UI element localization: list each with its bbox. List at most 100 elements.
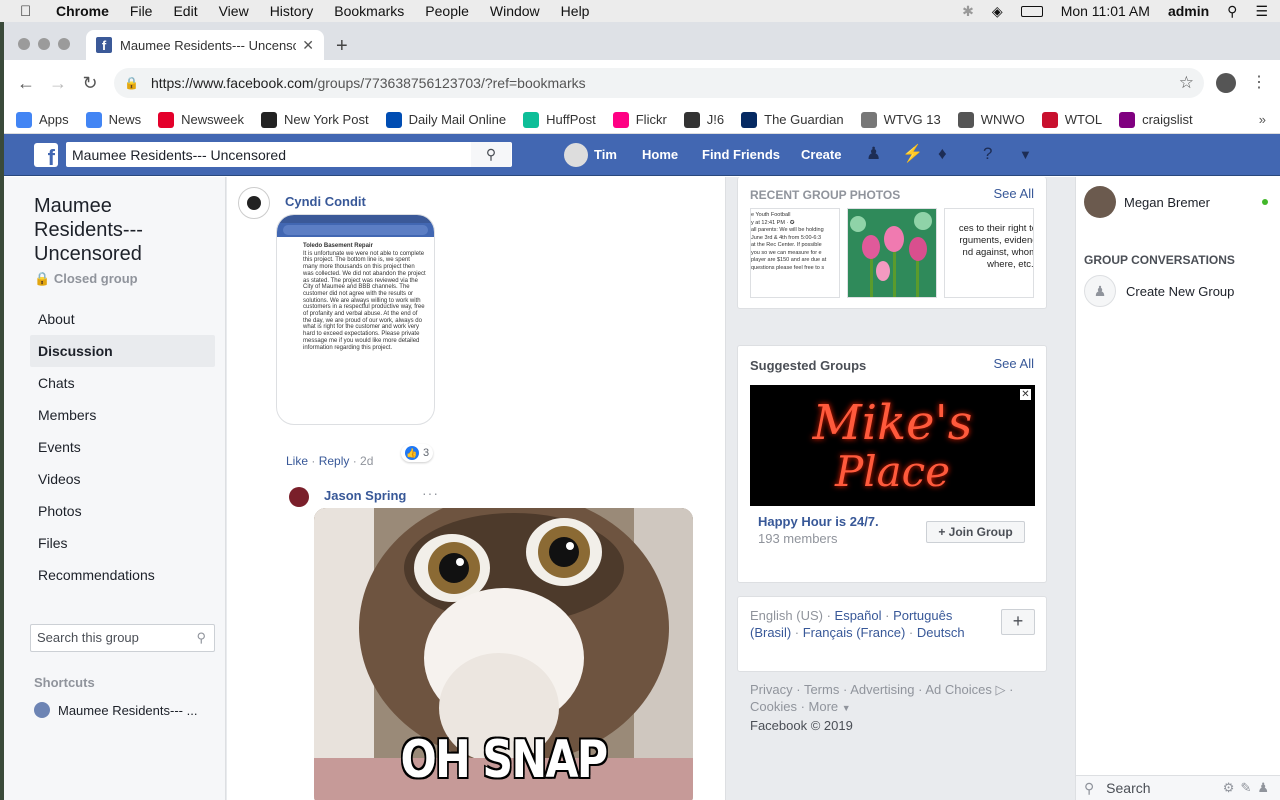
- photo-thumbnail-tulips[interactable]: [847, 208, 937, 298]
- add-language-button[interactable]: +: [1001, 609, 1035, 635]
- user-menu[interactable]: admin: [1168, 3, 1209, 19]
- new-tab-button[interactable]: +: [336, 36, 348, 56]
- messenger-icon[interactable]: ⚡: [902, 144, 923, 164]
- comment-time[interactable]: 2d: [360, 454, 373, 468]
- join-group-button[interactable]: + Join Group: [926, 521, 1025, 543]
- group-nav-about[interactable]: About: [30, 303, 215, 335]
- group-search-input[interactable]: Search this group ⚲: [30, 624, 215, 652]
- user-avatar[interactable]: [564, 143, 588, 167]
- language-german[interactable]: Deutsch: [917, 625, 965, 640]
- window-close-button[interactable]: [18, 38, 30, 50]
- group-nav-events[interactable]: Events: [30, 431, 215, 463]
- nav-create-link[interactable]: Create: [801, 147, 841, 162]
- nav-find-friends-link[interactable]: Find Friends: [702, 147, 780, 162]
- bookmark-j-6[interactable]: J!6: [683, 111, 724, 128]
- bookmarks-overflow-icon[interactable]: »: [1259, 112, 1266, 127]
- group-nav-videos[interactable]: Videos: [30, 463, 215, 495]
- footer-privacy-link[interactable]: Privacy: [750, 682, 793, 697]
- comment-screenshot-image[interactable]: Toledo Basement Repair It is unfortunate…: [276, 214, 435, 425]
- group-nav-discussion[interactable]: Discussion: [30, 335, 215, 367]
- menu-window[interactable]: Window: [490, 3, 540, 19]
- bookmark-craigslist[interactable]: craigslist: [1119, 111, 1193, 128]
- window-minimize-button[interactable]: [38, 38, 50, 50]
- search-icon[interactable]: ⚲: [196, 625, 206, 651]
- language-french[interactable]: Français (France): [803, 625, 906, 640]
- close-icon[interactable]: ✕: [1020, 389, 1031, 400]
- search-icon[interactable]: ⚲: [471, 142, 511, 167]
- bookmark-huffpost[interactable]: HuffPost: [523, 111, 596, 128]
- reaction-count-badge[interactable]: 👍 3: [401, 444, 434, 462]
- chat-options-icons[interactable]: ⚙✎♟: [1223, 776, 1275, 800]
- friend-requests-icon[interactable]: ♟: [866, 144, 881, 164]
- menu-file[interactable]: File: [130, 3, 153, 19]
- oh-snap-gif[interactable]: OH SNAP: [314, 508, 693, 800]
- commenter-avatar[interactable]: [238, 187, 270, 219]
- group-nav-recommendations[interactable]: Recommendations: [30, 559, 215, 591]
- suggested-group-cover[interactable]: Mike's Place ✕: [750, 385, 1035, 506]
- bookmark-wtvg-13[interactable]: WTVG 13: [860, 111, 941, 128]
- address-bar[interactable]: 🔒 https://www.facebook.com/groups/773638…: [114, 68, 1204, 98]
- photo-thumbnail-text[interactable]: ces to their right to rguments, evidenc nd…: [944, 208, 1034, 298]
- bookmark-the-guardian[interactable]: The Guardian: [741, 111, 844, 128]
- back-arrow-icon[interactable]: ←: [10, 73, 42, 94]
- profile-avatar-icon[interactable]: [1216, 73, 1236, 93]
- browser-tab[interactable]: f Maumee Residents--- Uncensc ✕: [86, 30, 324, 60]
- facebook-search-input[interactable]: [66, 142, 512, 167]
- footer-terms-link[interactable]: Terms: [804, 682, 839, 697]
- menu-people[interactable]: People: [425, 3, 469, 19]
- language-spanish[interactable]: Español: [835, 608, 882, 623]
- menu-edit[interactable]: Edit: [173, 3, 197, 19]
- nav-profile-link[interactable]: Tim: [594, 147, 617, 162]
- bookmark-new-york-post[interactable]: New York Post: [261, 111, 369, 128]
- help-icon[interactable]: ?: [983, 144, 992, 164]
- suggested-see-all-link[interactable]: See All: [994, 356, 1034, 371]
- group-nav-files[interactable]: Files: [30, 527, 215, 559]
- menu-app-name[interactable]: Chrome: [56, 3, 109, 19]
- suggested-group-name[interactable]: Happy Hour is 24/7.: [758, 514, 879, 529]
- footer-more-link[interactable]: More: [809, 699, 839, 714]
- bookmark-flickr[interactable]: Flickr: [612, 111, 667, 128]
- reply-author-avatar[interactable]: [289, 487, 309, 507]
- notifications-bell-icon[interactable]: ♦: [938, 144, 947, 164]
- bluetooth-icon[interactable]: ✱: [962, 3, 974, 20]
- chat-contact-megan[interactable]: Megan Bremer: [1084, 186, 1210, 218]
- like-link[interactable]: Like: [286, 454, 308, 468]
- photos-see-all-link[interactable]: See All: [994, 186, 1034, 201]
- apple-icon[interactable]: : [20, 3, 38, 20]
- bookmark-wnwo[interactable]: WNWO: [957, 111, 1025, 128]
- facebook-logo-icon[interactable]: f: [34, 143, 58, 167]
- group-nav-members[interactable]: Members: [30, 399, 215, 431]
- photo-thumbnail-football[interactable]: e Youth Football y at 12:41 PM · ✪ all par…: [750, 208, 840, 298]
- menu-history[interactable]: History: [270, 3, 314, 19]
- comment-author-jason[interactable]: Jason Spring: [324, 488, 406, 503]
- forward-arrow-icon[interactable]: →: [42, 73, 74, 94]
- chrome-menu-icon[interactable]: ⋮: [1251, 72, 1267, 92]
- footer-cookies-link[interactable]: Cookies: [750, 699, 797, 714]
- bookmark-daily-mail-online[interactable]: Daily Mail Online: [385, 111, 506, 128]
- chat-search-input[interactable]: ⚲ Search ⚙✎♟: [1076, 775, 1280, 800]
- menu-bookmarks[interactable]: Bookmarks: [334, 3, 404, 19]
- tab-close-icon[interactable]: ✕: [302, 37, 314, 54]
- shortcut-item-maumee[interactable]: Maumee Residents--- ...: [34, 702, 197, 718]
- group-title[interactable]: Maumee Residents--- Uncensored: [34, 194, 194, 266]
- window-zoom-button[interactable]: [58, 38, 70, 50]
- group-nav-chats[interactable]: Chats: [30, 367, 215, 399]
- battery-icon[interactable]: [1020, 5, 1043, 17]
- wifi-icon[interactable]: ◈: [992, 3, 1003, 20]
- menu-help[interactable]: Help: [561, 3, 590, 19]
- bookmark-star-icon[interactable]: ☆: [1179, 73, 1194, 93]
- bookmark-wtol[interactable]: WTOL: [1041, 111, 1102, 128]
- nav-home-link[interactable]: Home: [642, 147, 678, 162]
- more-options-icon[interactable]: ···: [422, 485, 439, 501]
- bookmark-news[interactable]: News: [85, 111, 141, 128]
- comment-author-cyndi[interactable]: Cyndi Condit: [285, 194, 366, 209]
- bookmark-newsweek[interactable]: Newsweek: [158, 111, 244, 128]
- footer-advertising-link[interactable]: Advertising: [850, 682, 914, 697]
- footer-adchoices-link[interactable]: Ad Choices: [925, 682, 991, 697]
- bookmark-apps[interactable]: Apps: [16, 111, 69, 128]
- account-chevron-down-icon[interactable]: ▼: [1019, 147, 1032, 162]
- reload-icon[interactable]: ↻: [74, 73, 106, 94]
- group-nav-photos[interactable]: Photos: [30, 495, 215, 527]
- lock-icon[interactable]: 🔒: [124, 76, 139, 90]
- create-new-group-button[interactable]: ♟ Create New Group: [1084, 275, 1234, 307]
